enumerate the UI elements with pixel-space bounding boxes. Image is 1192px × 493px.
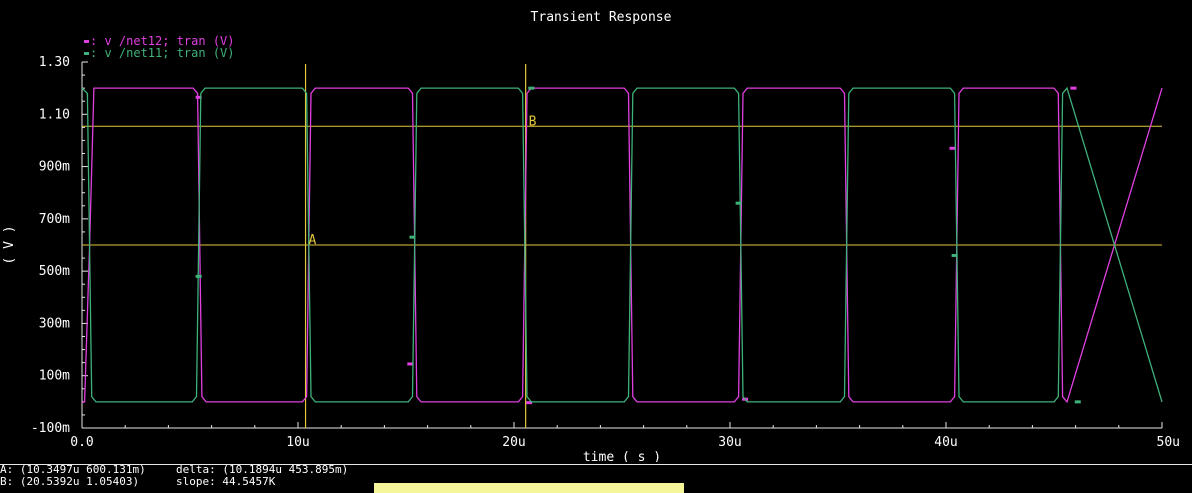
transient-chart[interactable]: Transient Response -100m 100m 300m 500m 700m 9…	[0, 0, 1192, 462]
chart-title: Transient Response	[531, 10, 672, 25]
x-tick-label: 50u	[1157, 435, 1180, 450]
y-tick-label: 300m	[39, 316, 70, 331]
x-tick-label: 0.0	[70, 435, 93, 450]
y-tick-label: 900m	[39, 160, 70, 175]
x-tick-label: 40u	[934, 435, 957, 450]
x-tick-label: 20u	[502, 435, 525, 450]
series-marker	[1074, 400, 1081, 404]
y-tick-label: 1.10	[39, 107, 70, 122]
legend-entry-1: : v /net11; tran (V)	[90, 46, 235, 60]
y-tick-label: 1.30	[39, 55, 70, 70]
cursor-b-readout: B: (20.5392u 1.05403)	[0, 475, 140, 488]
y-tick-label: 500m	[39, 264, 70, 279]
y-tick-label: 100m	[39, 369, 70, 384]
y-tick-label: 700m	[39, 212, 70, 227]
series-marker	[409, 235, 416, 239]
y-tick-label: -100m	[31, 421, 70, 436]
series-marker	[195, 274, 202, 278]
cursor-label-a: A	[309, 233, 317, 248]
x-tick-label: 10u	[286, 435, 309, 450]
legend-marker-0	[84, 40, 89, 43]
series-marker	[735, 201, 742, 205]
x-axis-label: time ( s )	[583, 450, 661, 462]
legend-marker-1	[84, 52, 89, 55]
series-marker	[949, 146, 956, 150]
slope-readout: slope: 44.5457K	[176, 475, 276, 488]
tooltip-strip	[374, 483, 684, 493]
y-axis-label: ( V )	[2, 225, 17, 264]
series-marker	[528, 86, 535, 90]
series-marker	[1070, 86, 1077, 90]
series-marker	[951, 253, 958, 257]
cursor-label-b: B	[529, 114, 537, 129]
x-tick-label: 30u	[718, 435, 741, 450]
